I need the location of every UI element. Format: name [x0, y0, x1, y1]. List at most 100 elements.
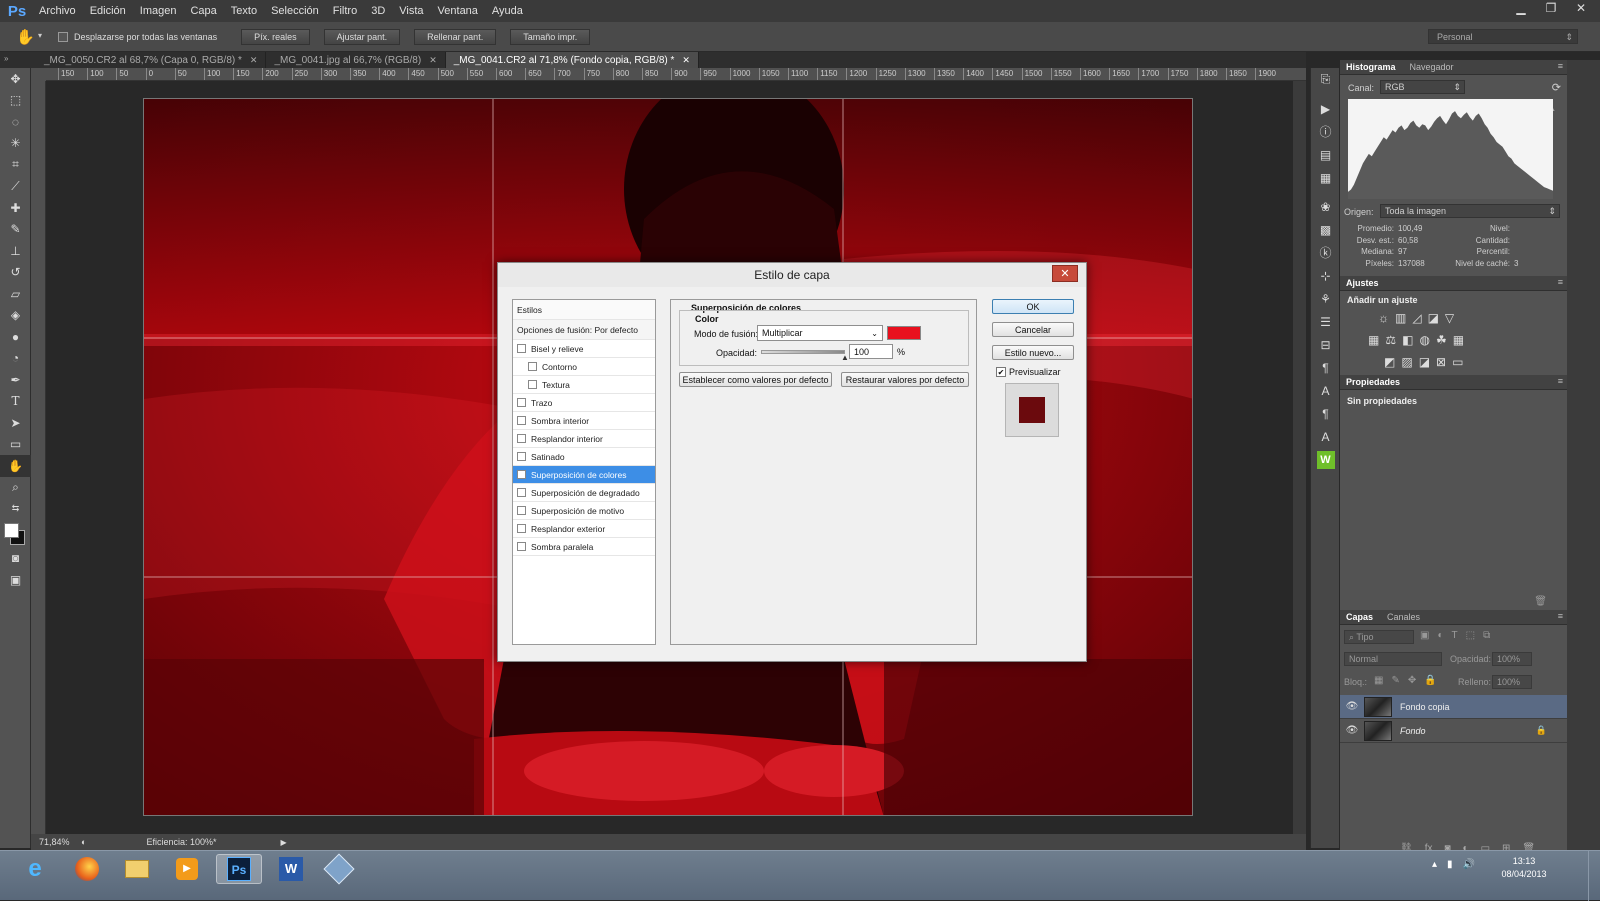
style-item[interactable]: Superposición de degradado — [513, 484, 655, 502]
levels-icon[interactable]: ▥ — [1395, 311, 1406, 325]
close-icon[interactable]: ✕ — [1568, 0, 1594, 16]
color-swatches[interactable] — [0, 520, 30, 548]
document-tab[interactable]: _MG_0041.CR2 al 71,8% (Fondo copia, RGB/… — [445, 52, 699, 68]
panel-menu-icon[interactable]: ≡ — [1558, 611, 1563, 621]
style-item[interactable]: Sombra interior — [513, 412, 655, 430]
layer-opacity-field[interactable]: 100% — [1492, 652, 1532, 666]
style-item[interactable]: Superposición de motivo — [513, 502, 655, 520]
style-checkbox[interactable] — [528, 380, 537, 389]
paragraph-style-icon[interactable]: ¶ — [1311, 402, 1340, 425]
document-tab[interactable]: _MG_0050.CR2 al 68,7% (Capa 0, RGB/8) * ✕ — [36, 52, 267, 68]
hand-tool-icon[interactable]: ✋ — [16, 28, 35, 46]
origen-select[interactable]: Toda la imagen ⇕ — [1380, 204, 1560, 218]
tool-presets-icon[interactable]: ☰ — [1311, 310, 1340, 333]
ok-button[interactable]: OK — [992, 299, 1074, 314]
collapse-arrows-icon[interactable]: » — [4, 54, 8, 63]
close-icon[interactable]: ✕ — [250, 55, 258, 66]
clock[interactable]: 13:13 08/04/2013 — [1494, 855, 1554, 881]
style-checkbox[interactable] — [517, 398, 526, 407]
quick-mask-icon[interactable]: ◙ — [0, 548, 31, 570]
style-checkbox[interactable] — [517, 416, 526, 425]
info-panel-icon[interactable]: ⓘ — [1311, 120, 1340, 143]
reset-default-button[interactable]: Restaurar valores por defecto — [841, 372, 969, 387]
set-default-button[interactable]: Establecer como valores por defecto — [679, 372, 832, 387]
paragraph-icon[interactable]: ¶ — [1311, 356, 1340, 379]
firefox-icon[interactable] — [64, 854, 110, 884]
clone-source-icon[interactable]: ⚘ — [1311, 287, 1340, 310]
foreground-color-swatch[interactable] — [4, 522, 19, 538]
actions-play-icon[interactable]: ▶ — [1311, 97, 1340, 120]
menu-8[interactable]: Vista — [392, 0, 430, 22]
scroll-all-windows-checkbox[interactable] — [58, 31, 68, 42]
photoshop-taskbar-icon[interactable]: Ps — [216, 854, 262, 884]
clone-stamp-icon[interactable]: ⊥ — [0, 240, 31, 262]
styles-header[interactable]: Estilos — [513, 300, 655, 320]
status-menu-arrow-icon[interactable]: ▶ — [280, 838, 286, 847]
virtualbox-icon[interactable] — [316, 853, 362, 885]
magic-wand-icon[interactable]: ✳ — [0, 133, 31, 155]
type-tool-icon[interactable]: T — [0, 391, 31, 413]
photo-filter-icon[interactable]: ◍ — [1419, 333, 1429, 347]
overlay-color-swatch[interactable] — [887, 326, 921, 340]
internet-explorer-icon[interactable]: e — [12, 854, 58, 884]
network-icon[interactable]: ▮ — [1447, 859, 1453, 870]
menu-5[interactable]: Selección — [264, 0, 326, 22]
marquee-tool-icon[interactable]: ⬚ — [0, 90, 31, 112]
vertical-scrollbar[interactable] — [1293, 81, 1306, 834]
lock-transparency-icon[interactable]: ▦ — [1374, 675, 1383, 686]
kuler-icon[interactable]: ⓚ — [1311, 241, 1340, 264]
style-checkbox[interactable] — [517, 488, 526, 497]
eyedropper-icon[interactable]: ⟋ — [0, 176, 31, 198]
status-info-icon[interactable]: ◐ — [81, 837, 86, 847]
swap-colors-icon[interactable]: ⇆ — [0, 498, 31, 520]
menu-7[interactable]: 3D — [364, 0, 392, 22]
show-desktop-button[interactable] — [1588, 851, 1600, 901]
visibility-eye-icon[interactable]: 👁 — [1340, 701, 1364, 712]
blend-options-item[interactable]: Opciones de fusión: Por defecto — [513, 320, 655, 340]
close-icon[interactable]: ✕ — [682, 55, 690, 66]
panel-menu-icon[interactable]: ≡ — [1558, 376, 1563, 386]
menu-1[interactable]: Edición — [83, 0, 133, 22]
tab-ajustes[interactable]: Ajustes — [1346, 278, 1379, 288]
panel-menu-icon[interactable]: ≡ — [1558, 277, 1563, 287]
rectangle-tool-icon[interactable]: ▭ — [0, 434, 31, 456]
style-item[interactable]: Bisel y relieve — [513, 340, 655, 358]
media-player-icon[interactable]: ▶ — [164, 854, 210, 884]
layer-comps-icon[interactable]: ▦ — [1311, 166, 1340, 189]
brightness-icon[interactable]: ☼ — [1378, 311, 1389, 325]
style-item[interactable]: Resplandor interior — [513, 430, 655, 448]
menu-3[interactable]: Capa — [183, 0, 223, 22]
layer-kind-filter[interactable]: ⌕ Tipo — [1344, 630, 1414, 644]
extension-w-icon[interactable]: W — [1311, 448, 1340, 471]
menu-6[interactable]: Filtro — [326, 0, 364, 22]
swatches-panel-icon[interactable]: ▩ — [1311, 218, 1340, 241]
black-white-icon[interactable]: ◧ — [1402, 333, 1413, 347]
volume-icon[interactable]: 🔊 — [1463, 859, 1475, 870]
tab-navigator[interactable]: Navegador — [1410, 62, 1454, 72]
layer-row[interactable]: 👁 Fondo 🔒 — [1340, 719, 1567, 743]
menu-10[interactable]: Ayuda — [485, 0, 530, 22]
word-icon[interactable]: W — [268, 854, 314, 884]
menu-9[interactable]: Ventana — [431, 0, 485, 22]
vibrance-icon[interactable]: ▽ — [1445, 311, 1454, 325]
paint-bucket-icon[interactable]: ◈ — [0, 305, 31, 327]
menu-2[interactable]: Imagen — [133, 0, 184, 22]
move-tool-icon[interactable]: ✥ — [0, 68, 31, 90]
layer-row[interactable]: 👁 Fondo copia — [1340, 695, 1567, 719]
preview-toggle[interactable]: ✔ Previsualizar — [996, 367, 1061, 377]
brush-tool-icon[interactable]: ✎ — [0, 219, 31, 241]
tab-histogram[interactable]: Histograma — [1346, 62, 1396, 72]
opacity-slider[interactable]: ▲ — [761, 350, 849, 362]
pixel-filter-icon[interactable]: ▣ — [1420, 630, 1429, 641]
style-checkbox[interactable] — [517, 434, 526, 443]
tab-capas[interactable]: Capas — [1346, 612, 1373, 622]
style-item[interactable]: Resplandor exterior — [513, 520, 655, 538]
character-icon[interactable]: A — [1311, 379, 1340, 402]
menu-0[interactable]: Archivo — [32, 0, 83, 22]
hue-saturation-icon[interactable]: ▦ — [1368, 333, 1379, 347]
style-item[interactable]: Satinado — [513, 448, 655, 466]
minimize-icon[interactable]: ▁ — [1508, 0, 1534, 16]
path-selection-icon[interactable]: ➤ — [0, 412, 31, 434]
history-brush-icon[interactable]: ↺ — [0, 262, 31, 284]
lasso-tool-icon[interactable]: ◌ — [0, 111, 31, 133]
